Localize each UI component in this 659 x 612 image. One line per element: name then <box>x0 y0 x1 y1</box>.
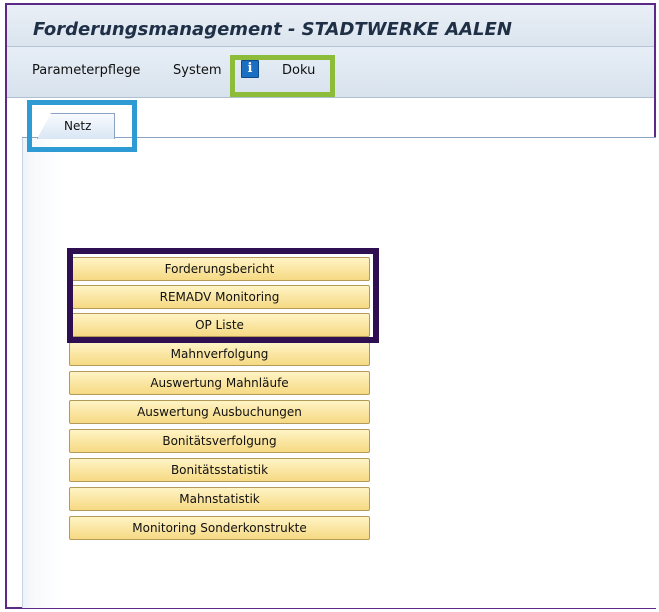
menu-item-doku[interactable]: Doku <box>282 63 315 78</box>
menu-item-system[interactable]: System <box>173 63 221 78</box>
menu-bar: Parameterpflege System i Doku <box>7 47 654 98</box>
title-bar: Forderungsmanagement - STADTWERKE AALEN <box>7 5 654 47</box>
remadv-monitoring-button[interactable]: REMADV Monitoring <box>69 285 370 309</box>
op-liste-button[interactable]: OP Liste <box>69 313 370 337</box>
tab-netz-label: Netz <box>64 119 92 133</box>
auswertung-mahnlaeufe-button[interactable]: Auswertung Mahnläufe <box>69 371 370 395</box>
menu-item-parameterpflege[interactable]: Parameterpflege <box>32 63 140 78</box>
auswertung-ausbuchungen-button[interactable]: Auswertung Ausbuchungen <box>69 400 370 424</box>
info-icon[interactable]: i <box>241 60 259 78</box>
mahnverfolgung-button[interactable]: Mahnverfolgung <box>69 342 370 366</box>
forderungsbericht-button[interactable]: Forderungsbericht <box>69 257 370 281</box>
window-title: Forderungsmanagement - STADTWERKE AALEN <box>33 19 512 40</box>
tab-strip-line <box>22 137 656 139</box>
mahnstatistik-button[interactable]: Mahnstatistik <box>69 487 370 511</box>
bonitaetsverfolgung-button[interactable]: Bonitätsverfolgung <box>69 429 370 453</box>
monitoring-sonderkonstrukte-button[interactable]: Monitoring Sonderkonstrukte <box>69 516 370 540</box>
bonitaetsstatistik-button[interactable]: Bonitätsstatistik <box>69 458 370 482</box>
